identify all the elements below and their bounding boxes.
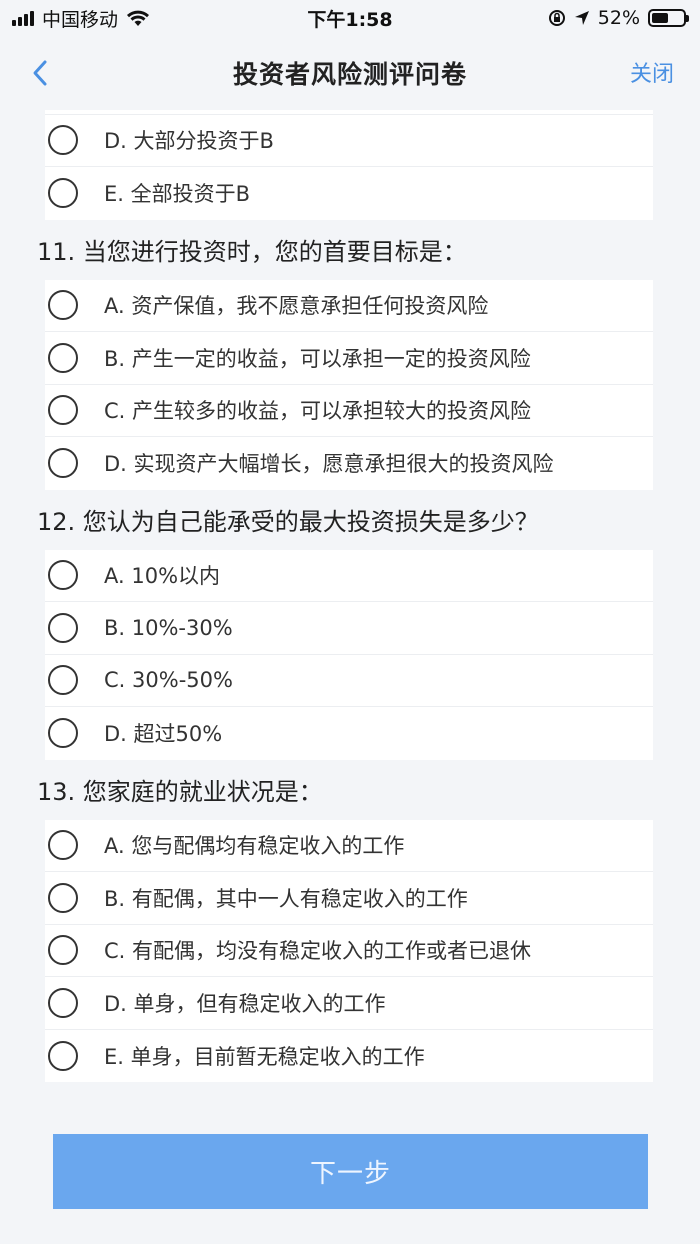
battery-percent: 52% (597, 7, 640, 29)
radio-button[interactable] (48, 987, 78, 1018)
status-right: 52% (548, 7, 689, 29)
radio-button[interactable] (48, 448, 78, 479)
answer-option[interactable]: A. 资产保值，我不愿意承担任何投资风险 (45, 280, 653, 332)
question-list: C. 两种投资各一半D. 大部分投资于BE. 全部投资于B11. 当您进行投资时… (0, 88, 700, 1082)
question-title: 12. 您认为自己能承受的最大投资损失是多少？ (37, 508, 539, 536)
option-label: B. 10%-30% (104, 615, 233, 640)
option-list: A. 10%以内 B. 10%-30% C. 30%-50% D. 超过50% (45, 549, 653, 760)
status-time: 下午1:58 (307, 8, 393, 31)
radio-button[interactable] (48, 560, 78, 591)
radio-button[interactable] (48, 935, 78, 966)
question-title: 11. 当您进行投资时，您的首要目标是： (37, 238, 467, 266)
battery-icon (648, 9, 689, 27)
option-label: D. 实现资产大幅增长，愿意承担很大的投资风险 (104, 452, 554, 477)
page-title: 投资者风险测评问卷 (232, 60, 467, 89)
answer-option[interactable]: D. 单身，但有稳定收入的工作 (45, 977, 653, 1030)
chevron-left-icon[interactable] (28, 58, 52, 88)
answer-option[interactable]: A. 您与配偶均有稳定收入的工作 (45, 820, 653, 872)
radio-button[interactable] (48, 395, 78, 426)
option-label: B. 产生一定的收益，可以承担一定的投资风险 (104, 346, 531, 371)
answer-option[interactable]: D. 大部分投资于B (45, 115, 653, 167)
radio-button[interactable] (48, 612, 78, 643)
radio-button[interactable] (48, 1040, 78, 1071)
radio-button[interactable] (48, 665, 78, 696)
answer-option[interactable]: C. 产生较多的收益，可以承担较大的投资风险 (45, 385, 653, 437)
answer-option[interactable]: E. 全部投资于B (45, 167, 653, 220)
battery-level (652, 13, 668, 23)
option-label: A. 您与配偶均有稳定收入的工作 (104, 834, 405, 859)
answer-option[interactable]: E. 单身，目前暂无稳定收入的工作 (45, 1030, 653, 1083)
answer-option[interactable]: B. 有配偶，其中一人有稳定收入的工作 (45, 872, 653, 925)
next-step-button[interactable]: 下一步 (53, 1134, 648, 1209)
option-label: A. 资产保值，我不愿意承担任何投资风险 (104, 294, 489, 319)
radio-button[interactable] (48, 125, 78, 156)
answer-option[interactable]: B. 10%-30% (45, 602, 653, 655)
option-label: D. 大部分投资于B (104, 129, 274, 154)
answer-option[interactable]: B. 产生一定的收益，可以承担一定的投资风险 (45, 332, 653, 385)
carrier-label: 中国移动 (42, 8, 119, 31)
option-label: C. 有配偶，均没有稳定收入的工作或者已退休 (104, 939, 532, 964)
answer-option[interactable]: C. 30%-50% (45, 655, 653, 707)
radio-button[interactable] (48, 290, 78, 321)
answer-option[interactable]: C. 有配偶，均没有稳定收入的工作或者已退休 (45, 925, 653, 977)
option-label: E. 全部投资于B (104, 182, 251, 207)
answer-option[interactable]: A. 10%以内 (45, 550, 653, 602)
option-label: B. 有配偶，其中一人有稳定收入的工作 (104, 886, 468, 911)
location-icon (574, 11, 589, 25)
signal-icon (12, 10, 34, 26)
option-label: A. 10%以内 (104, 564, 221, 589)
option-label: D. 单身，但有稳定收入的工作 (104, 991, 386, 1016)
option-label: C. 产生较多的收益，可以承担较大的投资风险 (104, 399, 532, 424)
question-title: 13. 您家庭的就业状况是： (37, 778, 323, 806)
nav-bar: 投资者风险测评问卷 关闭 (0, 36, 700, 110)
radio-button[interactable] (48, 342, 78, 373)
option-label: D. 超过50% (104, 722, 223, 747)
radio-button[interactable] (48, 882, 78, 913)
close-button[interactable]: 关闭 (630, 56, 674, 88)
status-left: 中国移动 (12, 5, 150, 32)
answer-option[interactable]: D. 超过50% (45, 707, 653, 760)
rotation-lock-icon (548, 10, 565, 26)
status-bar: 中国移动 下午1:58 52% (0, 0, 700, 36)
radio-button[interactable] (48, 718, 78, 749)
option-label: E. 单身，目前暂无稳定收入的工作 (104, 1044, 425, 1069)
option-list: A. 资产保值，我不愿意承担任何投资风险 B. 产生一定的收益，可以承担一定的投资… (45, 279, 653, 490)
option-list: A. 您与配偶均有稳定收入的工作 B. 有配偶，其中一人有稳定收入的工作 C. 有配… (45, 819, 653, 1083)
option-label: C. 30%-50% (104, 668, 233, 693)
radio-button[interactable] (48, 178, 78, 209)
wifi-icon (127, 10, 150, 26)
questionnaire-content[interactable]: C. 两种投资各一半D. 大部分投资于BE. 全部投资于B11. 当您进行投资时… (0, 88, 700, 1128)
radio-button[interactable] (48, 830, 78, 861)
answer-option[interactable]: D. 实现资产大幅增长，愿意承担很大的投资风险 (45, 437, 653, 490)
